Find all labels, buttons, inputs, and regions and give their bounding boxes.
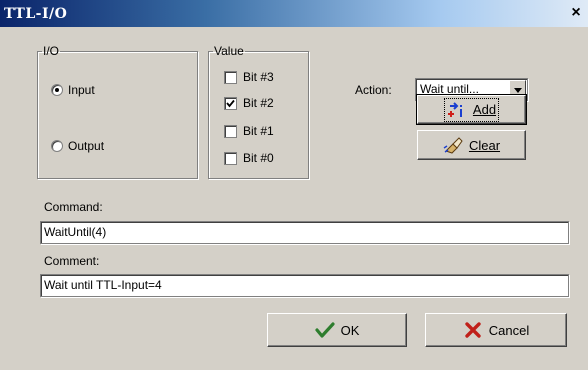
command-label: Command: [44,200,103,214]
action-dropdown-value: Wait until... [420,82,479,96]
comment-field[interactable]: Wait until TTL-Input=4 [40,274,569,297]
clear-button-label: Clear [468,137,501,153]
value-group-legend: Value [214,44,244,58]
close-icon: × [571,4,581,21]
checkbox-bit-2-label: Bit #2 [243,96,274,110]
comment-label: Comment: [44,254,100,268]
checkbox-bit-1-label: Bit #1 [243,124,274,138]
checkbox-bit-2[interactable]: Bit #2 [224,96,274,110]
add-button-label: Add [472,102,497,117]
radio-input-label: Input [68,83,95,97]
checkbox-bit-3[interactable]: Bit #3 [224,70,274,84]
clear-button[interactable]: Clear [417,130,526,160]
cancel-button[interactable]: Cancel [425,313,567,347]
add-button[interactable]: Add [416,94,527,125]
checkmark-icon [226,99,235,107]
eraser-icon [443,137,463,154]
radio-output[interactable]: Output [51,139,104,153]
window-title: TTL-I/O [4,6,68,22]
comment-field-value: Wait until TTL-Input=4 [44,278,162,292]
checkbox-bit-2-box[interactable] [224,96,237,110]
command-field[interactable]: WaitUntil(4) [40,221,569,244]
checkbox-bit-1[interactable]: Bit #1 [224,124,274,138]
io-group-legend: I/O [43,44,60,58]
close-button[interactable]: × [567,4,585,22]
cancel-button-label: Cancel [488,322,530,338]
command-field-value: WaitUntil(4) [44,225,107,239]
checkmark-icon [314,322,335,338]
radio-output-dot[interactable] [51,140,63,152]
checkbox-bit-3-label: Bit #3 [243,70,274,84]
x-icon [465,322,481,338]
ttl-io-dialog: TTL-I/O × I/O Input Output Value Bit #3 … [0,0,588,370]
checkbox-bit-1-box[interactable] [224,124,237,138]
add-icon [447,101,462,117]
checkbox-bit-0-box[interactable] [224,151,237,165]
io-group: I/O [37,44,198,179]
radio-input-dot[interactable] [51,84,63,96]
checkbox-bit-0-label: Bit #0 [243,151,274,165]
title-bar: TTL-I/O × [0,0,588,27]
checkbox-bit-0[interactable]: Bit #0 [224,151,274,165]
action-label: Action: [355,83,392,97]
ok-button[interactable]: OK [267,313,407,347]
ok-button-label: OK [340,322,360,338]
radio-input[interactable]: Input [51,83,95,97]
checkbox-bit-3-box[interactable] [224,70,237,84]
radio-output-label: Output [68,139,105,153]
